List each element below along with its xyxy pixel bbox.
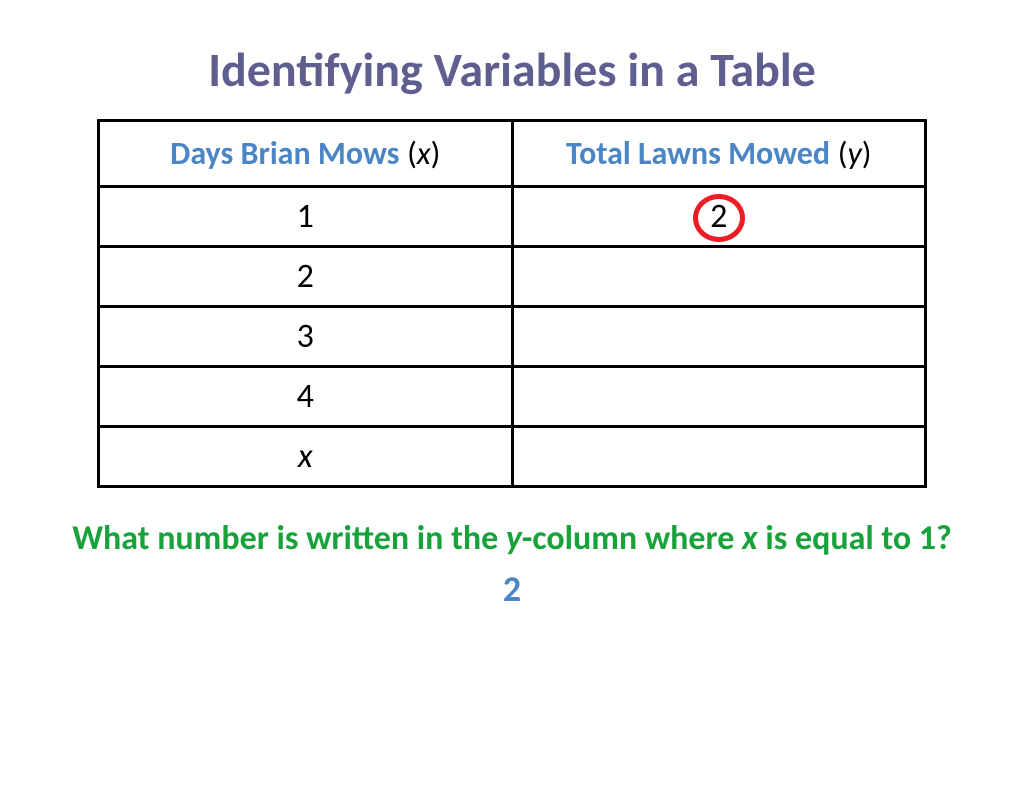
question-part3: is equal to 1?: [758, 518, 952, 559]
table-row: 4: [99, 367, 926, 427]
cell-y: [512, 367, 926, 427]
table-row: x: [99, 427, 926, 487]
table-row: 3: [99, 307, 926, 367]
table-row: 2: [99, 247, 926, 307]
question-part2: -column where: [522, 518, 742, 559]
header-label-y: Total Lawns Mowed: [566, 134, 830, 173]
cell-x: 2: [99, 247, 513, 307]
variables-table: Days Brian Mows (x) Total Lawns Mowed (y…: [97, 119, 927, 488]
cell-x-value: 4: [297, 376, 314, 417]
cell-x: 1: [99, 187, 513, 247]
cell-y: [512, 247, 926, 307]
header-var-y: (y): [838, 134, 872, 173]
cell-x-value: 2: [297, 256, 314, 297]
page-title: Identifying Variables in a Table: [0, 40, 1024, 99]
table-container: Days Brian Mows (x) Total Lawns Mowed (y…: [97, 119, 927, 488]
table-row: 12: [99, 187, 926, 247]
cell-x: x: [99, 427, 513, 487]
cell-x: 3: [99, 307, 513, 367]
cell-x-value: 3: [297, 316, 314, 357]
cell-x-value: 1: [297, 196, 314, 237]
header-label-x: Days Brian Mows: [170, 134, 399, 173]
header-cell-y: Total Lawns Mowed (y): [512, 121, 926, 187]
cell-y: 2: [512, 187, 926, 247]
question-var-y: y: [506, 518, 522, 559]
answer-text: 2: [0, 567, 1024, 611]
cell-x-value: x: [298, 436, 313, 477]
question-text: What number is written in the y-column w…: [0, 518, 1024, 561]
cell-y: [512, 427, 926, 487]
table-header-row: Days Brian Mows (x) Total Lawns Mowed (y…: [99, 121, 926, 187]
header-cell-x: Days Brian Mows (x): [99, 121, 513, 187]
cell-x: 4: [99, 367, 513, 427]
cell-y-value: 2: [710, 196, 727, 237]
question-var-x: x: [742, 518, 758, 559]
header-var-x: (x): [407, 134, 440, 173]
question-part1: What number is written in the: [72, 518, 506, 559]
cell-y: [512, 307, 926, 367]
